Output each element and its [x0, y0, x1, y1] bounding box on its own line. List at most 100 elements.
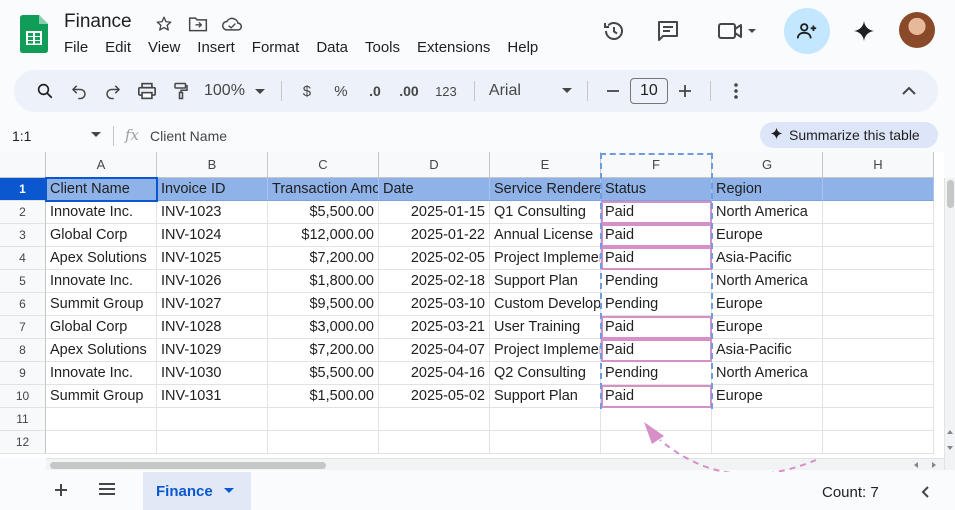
version-history-icon[interactable]	[593, 10, 635, 52]
comments-icon[interactable]	[647, 10, 689, 52]
redo-icon[interactable]	[96, 75, 130, 107]
cell-e5[interactable]: Support Plan	[490, 270, 601, 293]
header-cell[interactable]: Client Name	[46, 178, 157, 201]
cell-f5[interactable]: Pending	[601, 270, 712, 293]
increase-decimal-button[interactable]: .00	[392, 75, 426, 107]
header-cell[interactable]: Region	[712, 178, 823, 201]
cell-d8[interactable]: 2025-04-07	[379, 339, 490, 362]
row-header-10[interactable]: 10	[0, 385, 46, 408]
cell-e11[interactable]	[490, 408, 601, 431]
cell-g7[interactable]: Europe	[712, 316, 823, 339]
cell-d12[interactable]	[379, 431, 490, 454]
horizontal-scroll-thumb[interactable]	[50, 462, 326, 469]
formula-input[interactable]: Client Name	[150, 128, 227, 144]
cell-a3[interactable]: Global Corp	[46, 224, 157, 247]
column-header-f[interactable]: F	[601, 152, 712, 178]
row-header-8[interactable]: 8	[0, 339, 46, 362]
cell-g8[interactable]: Asia-Pacific	[712, 339, 823, 362]
undo-icon[interactable]	[62, 75, 96, 107]
header-cell[interactable]: Invoice ID	[157, 178, 268, 201]
search-menus-icon[interactable]	[28, 75, 62, 107]
cell-h5[interactable]	[823, 270, 934, 293]
cell-d5[interactable]: 2025-02-18	[379, 270, 490, 293]
gemini-icon[interactable]	[843, 10, 885, 52]
scroll-right-icon[interactable]	[930, 461, 938, 469]
meet-video-icon[interactable]	[708, 10, 766, 52]
cell-h3[interactable]	[823, 224, 934, 247]
cell-d7[interactable]: 2025-03-21	[379, 316, 490, 339]
share-button[interactable]	[784, 8, 830, 54]
cell-a5[interactable]: Innovate Inc.	[46, 270, 157, 293]
cell-c7[interactable]: $3,000.00	[268, 316, 379, 339]
header-cell[interactable]: Date	[379, 178, 490, 201]
sheet-tab-finance[interactable]: Finance	[143, 472, 251, 510]
cell-f11[interactable]	[601, 408, 712, 431]
vertical-scrollbar[interactable]	[944, 178, 955, 470]
cell-f12[interactable]	[601, 431, 712, 454]
collapse-toolbar-icon[interactable]	[892, 75, 926, 107]
cell-e9[interactable]: Q2 Consulting	[490, 362, 601, 385]
cell-f7[interactable]: Paid	[601, 316, 712, 339]
cell-g10[interactable]: Europe	[712, 385, 823, 408]
cell-d11[interactable]	[379, 408, 490, 431]
summarize-table-button[interactable]: Summarize this table	[760, 122, 938, 148]
row-header-12[interactable]: 12	[0, 431, 46, 454]
header-cell[interactable]: Status	[601, 178, 712, 201]
cell-h10[interactable]	[823, 385, 934, 408]
cell-g9[interactable]: North America	[712, 362, 823, 385]
decrease-font-size-icon[interactable]	[596, 75, 630, 107]
chevron-down-icon[interactable]	[223, 486, 235, 496]
cell-h8[interactable]	[823, 339, 934, 362]
row-header-5[interactable]: 5	[0, 270, 46, 293]
row-header-9[interactable]: 9	[0, 362, 46, 385]
cell-f10[interactable]: Paid	[601, 385, 712, 408]
column-header-b[interactable]: B	[157, 152, 268, 178]
sheets-logo[interactable]	[20, 15, 48, 53]
cell-b5[interactable]: INV-1026	[157, 270, 268, 293]
cell-h11[interactable]	[823, 408, 934, 431]
cell-g3[interactable]: Europe	[712, 224, 823, 247]
cell-e7[interactable]: User Training	[490, 316, 601, 339]
paint-format-icon[interactable]	[164, 75, 198, 107]
cell-b2[interactable]: INV-1023	[157, 201, 268, 224]
chevron-down-icon[interactable]	[90, 130, 102, 140]
cell-g5[interactable]: North America	[712, 270, 823, 293]
cell-h6[interactable]	[823, 293, 934, 316]
side-panel-toggle-icon[interactable]	[920, 485, 930, 504]
cell-c8[interactable]: $7,200.00	[268, 339, 379, 362]
font-size-input[interactable]: 10	[629, 78, 668, 104]
font-select[interactable]: Arial	[483, 75, 579, 107]
cell-b10[interactable]: INV-1031	[157, 385, 268, 408]
menu-data[interactable]: Data	[316, 39, 348, 56]
document-title[interactable]: Finance	[64, 11, 132, 33]
cell-e3[interactable]: Annual License	[490, 224, 601, 247]
cell-f3[interactable]: Paid	[601, 224, 712, 247]
cell-c5[interactable]: $1,800.00	[268, 270, 379, 293]
header-cell[interactable]: Service Rendered	[490, 178, 601, 201]
menu-format[interactable]: Format	[252, 39, 300, 56]
cell-d10[interactable]: 2025-05-02	[379, 385, 490, 408]
cell-f2[interactable]: Paid	[601, 201, 712, 224]
cell-f8[interactable]: Paid	[601, 339, 712, 362]
cell-a11[interactable]	[46, 408, 157, 431]
menu-tools[interactable]: Tools	[365, 39, 400, 56]
cell-d9[interactable]: 2025-04-16	[379, 362, 490, 385]
cell-c2[interactable]: $5,500.00	[268, 201, 379, 224]
add-sheet-icon[interactable]	[54, 480, 68, 503]
star-icon[interactable]	[153, 13, 175, 35]
cell-a4[interactable]: Apex Solutions	[46, 247, 157, 270]
cell-b8[interactable]: INV-1029	[157, 339, 268, 362]
cell-g12[interactable]	[712, 431, 823, 454]
cell-a6[interactable]: Summit Group	[46, 293, 157, 316]
cell-h4[interactable]	[823, 247, 934, 270]
column-header-h[interactable]: H	[823, 152, 934, 178]
cell-a2[interactable]: Innovate Inc.	[46, 201, 157, 224]
format-currency-button[interactable]: $	[290, 75, 324, 107]
header-cell[interactable]: Transaction Amount	[268, 178, 379, 201]
number-format-button[interactable]: 123	[426, 75, 466, 107]
cell-c6[interactable]: $9,500.00	[268, 293, 379, 316]
scroll-left-icon[interactable]	[912, 461, 920, 469]
name-box[interactable]: 1:1	[12, 128, 31, 144]
cell-h2[interactable]	[823, 201, 934, 224]
cell-d3[interactable]: 2025-01-22	[379, 224, 490, 247]
